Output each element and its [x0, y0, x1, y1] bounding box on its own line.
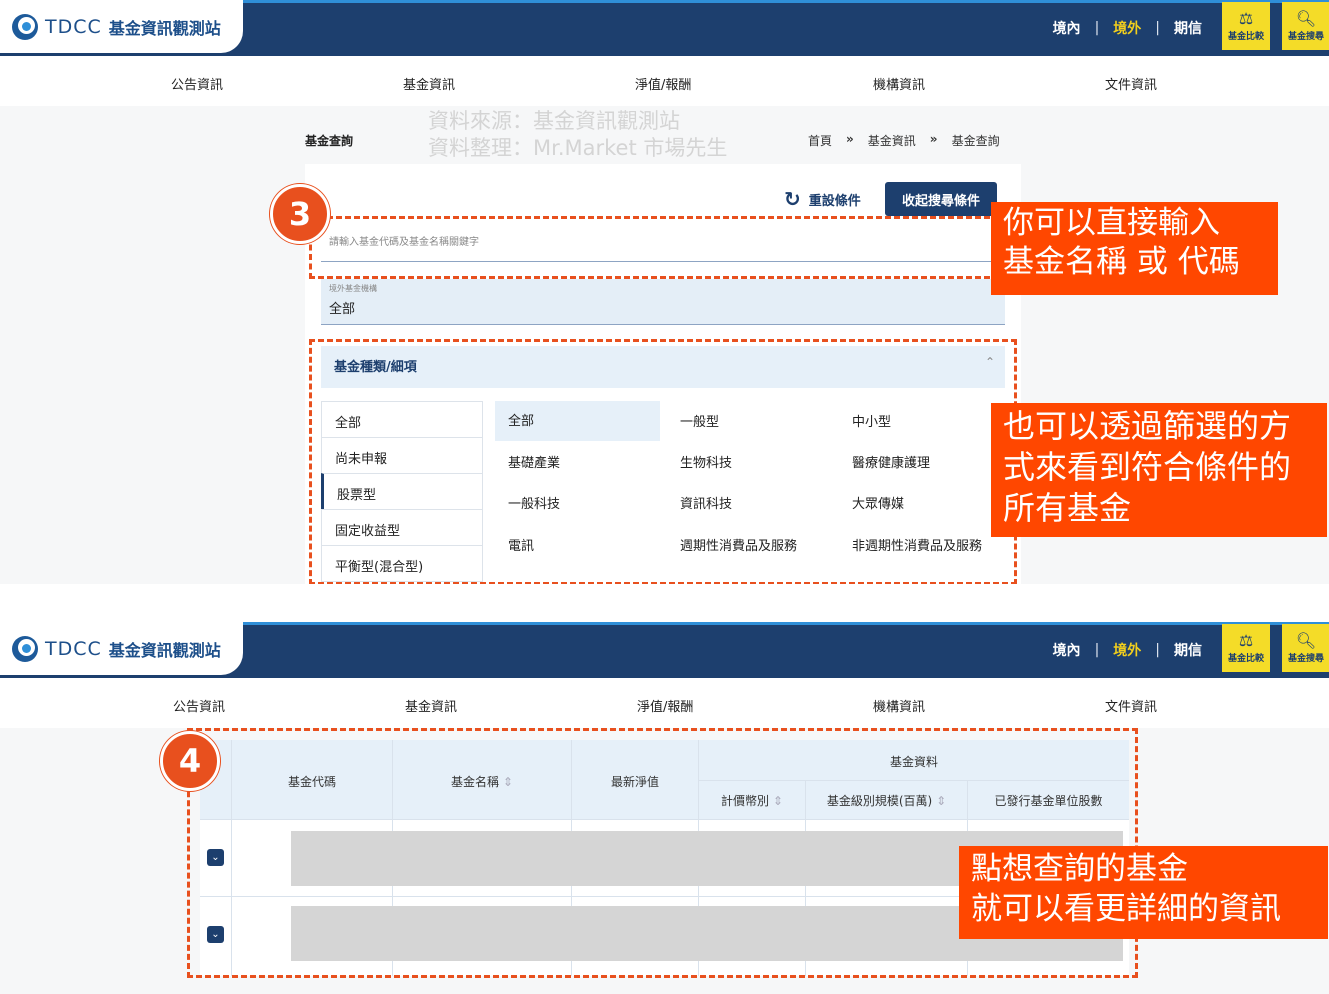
site-name: 基金資訊觀測站 — [108, 640, 221, 660]
nav-separator: | — [1094, 642, 1100, 658]
nav-domestic[interactable]: 境內 — [1053, 18, 1081, 38]
site-logo[interactable]: TDCC 基金資訊觀測站 — [0, 0, 243, 53]
site-name: 基金資訊觀測站 — [108, 18, 221, 38]
chevron-right-icon: » — [846, 132, 854, 146]
logo-text: TDCC — [45, 637, 102, 660]
main-nav-institutions[interactable]: 機構資訊 — [873, 74, 925, 93]
reset-conditions-button[interactable]: ↻ 重設條件 — [784, 187, 861, 211]
breadcrumb: 首頁 » 基金資訊 » 基金查詢 — [808, 132, 1000, 149]
site-logo[interactable]: TDCC 基金資訊觀測站 — [0, 622, 243, 675]
step-badge: 3 — [270, 184, 330, 244]
top-nav: 境內 | 境外 | 期信 — [1053, 18, 1202, 38]
nav-foreign[interactable]: 境外 — [1113, 18, 1141, 38]
nav-separator: | — [1155, 642, 1160, 658]
main-nav-announcements[interactable]: 公告資訊 — [171, 74, 223, 93]
institution-select[interactable]: 境外基金機構 全部 — [321, 279, 1005, 325]
breadcrumb-current: 基金查詢 — [951, 134, 1000, 148]
nav-foreign[interactable]: 境外 — [1113, 640, 1141, 660]
fund-compare-button[interactable]: ⚖ 基金比較 — [1222, 624, 1270, 672]
scale-icon: ⚖ — [1238, 630, 1254, 650]
main-nav-fund-info[interactable]: 基金資訊 — [403, 74, 455, 93]
institution-label: 境外基金機構 — [329, 284, 377, 293]
note-line: 點想查詢的基金 — [971, 851, 1188, 887]
nav-separator: | — [1155, 20, 1160, 36]
fund-compare-label: 基金比較 — [1227, 653, 1264, 664]
fund-compare-label: 基金比較 — [1227, 31, 1264, 42]
annotation-note-search: 你可以直接輸入 基金名稱 或 代碼 — [991, 202, 1278, 295]
reset-label: 重設條件 — [808, 193, 861, 209]
annotation-note-results: 點想查詢的基金 就可以看更詳細的資訊 — [959, 846, 1328, 939]
note-line: 就可以看更詳細的資訊 — [971, 891, 1281, 927]
top-nav: 境內 | 境外 | 期信 — [1053, 640, 1202, 660]
main-nav-nav-return[interactable]: 淨值/報酬 — [635, 74, 691, 93]
annotation-highlight-filters — [309, 339, 1017, 584]
nav-futures[interactable]: 期信 — [1174, 640, 1202, 660]
collapse-search-button[interactable]: 收起搜尋條件 — [885, 182, 997, 216]
annotation-highlight-search — [309, 216, 1017, 279]
note-line: 所有基金 — [1003, 489, 1132, 527]
fund-search-button[interactable]: 🔍︎ 基金搜尋 — [1282, 624, 1329, 672]
screenshot-search-filters: TDCC 基金資訊觀測站 境內 | 境外 | 期信 ⚖ 基金比較 🔍︎ 基金搜尋… — [0, 0, 1329, 584]
logo-text: TDCC — [45, 15, 102, 38]
fund-search-label: 基金搜尋 — [1287, 31, 1324, 42]
step-badge: 4 — [160, 731, 220, 791]
fund-compare-button[interactable]: ⚖ 基金比較 — [1222, 2, 1270, 50]
search-icon: 🔍︎ — [1295, 8, 1317, 28]
nav-separator: | — [1094, 20, 1100, 36]
breadcrumb-home[interactable]: 首頁 — [808, 132, 832, 149]
note-line: 你可以直接輸入 — [1003, 205, 1220, 241]
search-icon: 🔍︎ — [1295, 630, 1317, 650]
tdcc-logo-icon — [12, 13, 38, 40]
tdcc-logo-icon — [12, 635, 38, 662]
fund-search-label: 基金搜尋 — [1287, 653, 1324, 664]
note-line: 式來看到符合條件的 — [1003, 448, 1292, 486]
nav-futures[interactable]: 期信 — [1174, 18, 1202, 38]
main-nav-nav-return[interactable]: 淨值/報酬 — [637, 696, 693, 715]
annotation-note-filters: 也可以透過篩選的方 式來看到符合條件的 所有基金 — [991, 403, 1327, 537]
main-nav: 公告資訊 基金資訊 淨值/報酬 機構資訊 文件資訊 — [0, 678, 1329, 728]
note-line: 基金名稱 或 代碼 — [1003, 244, 1240, 280]
watermark-source: 資料來源：基金資訊觀測站 — [428, 109, 680, 133]
main-nav-institutions[interactable]: 機構資訊 — [873, 696, 925, 715]
note-line: 也可以透過篩選的方 — [1003, 407, 1292, 445]
watermark-author: 資料整理：Mr.Market 市場先生 — [428, 136, 728, 160]
fund-search-button[interactable]: 🔍︎ 基金搜尋 — [1282, 2, 1329, 50]
main-nav-documents[interactable]: 文件資訊 — [1105, 696, 1157, 715]
main-nav-documents[interactable]: 文件資訊 — [1105, 74, 1157, 93]
page-title: 基金查詢 — [305, 134, 354, 148]
scale-icon: ⚖ — [1238, 8, 1254, 28]
main-nav: 公告資訊 基金資訊 淨值/報酬 機構資訊 文件資訊 — [0, 56, 1329, 106]
nav-domestic[interactable]: 境內 — [1053, 640, 1081, 660]
main-nav-fund-info[interactable]: 基金資訊 — [405, 696, 457, 715]
main-nav-announcements[interactable]: 公告資訊 — [173, 696, 225, 715]
refresh-icon: ↻ — [784, 187, 801, 211]
institution-value: 全部 — [329, 302, 356, 317]
chevron-right-icon: » — [929, 132, 938, 146]
breadcrumb-fund-info[interactable]: 基金資訊 — [868, 132, 916, 149]
